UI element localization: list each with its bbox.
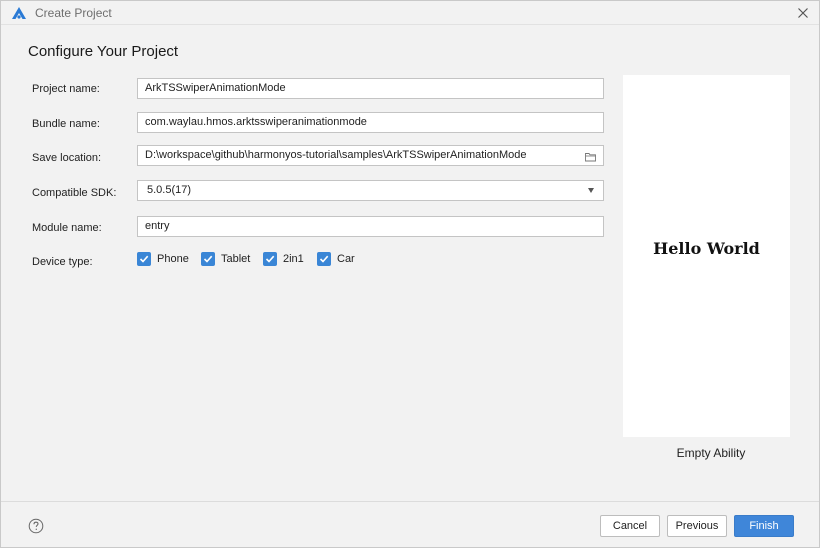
checkbox-checked-icon[interactable] [317,252,331,266]
project-name-label: Project name: [32,83,100,95]
app-logo-icon [11,6,27,20]
bundle-name-value: com.waylau.hmos.arktsswiperanimationmode [145,116,367,128]
compatible-sdk-value: 5.0.5(17) [147,184,192,196]
project-name-value: ArkTSSwiperAnimationMode [145,82,286,94]
module-name-value: entry [145,220,170,232]
bundle-name-input[interactable]: com.waylau.hmos.arktsswiperanimationmode [137,112,604,133]
device-tablet-label: Tablet [221,253,251,265]
previous-button[interactable]: Previous [667,515,727,537]
save-location-label: Save location: [32,152,102,164]
device-car-label: Car [337,253,355,265]
compatible-sdk-select[interactable]: 5.0.5(17) [137,180,604,201]
save-location-value: D:\workspace\github\harmonyos-tutorial\s… [145,149,527,161]
close-icon[interactable] [795,5,811,21]
checkbox-checked-icon[interactable] [137,252,151,266]
template-name: Empty Ability [676,446,746,460]
template-preview: Hello World [623,75,790,437]
chevron-down-icon[interactable] [588,188,594,193]
finish-button[interactable]: Finish [734,515,794,537]
checkbox-checked-icon[interactable] [263,252,277,266]
device-type-label: Device type: [32,256,93,268]
footer-divider [1,501,819,502]
module-name-label: Module name: [32,222,102,234]
module-name-input[interactable]: entry [137,216,604,237]
save-location-input[interactable]: D:\workspace\github\harmonyos-tutorial\s… [137,145,604,166]
checkbox-checked-icon[interactable] [201,252,215,266]
device-phone-label: Phone [157,253,189,265]
create-project-dialog: Create Project Configure Your Project Pr… [0,0,820,548]
compatible-sdk-label: Compatible SDK: [32,187,117,199]
window-title: Create Project [35,6,112,20]
bundle-name-label: Bundle name: [32,118,100,130]
title-bar: Create Project [1,1,819,25]
page-title: Configure Your Project [28,43,179,60]
preview-hello-text: Hello World [653,239,760,258]
folder-icon[interactable] [585,150,596,162]
device-2in1-label: 2in1 [283,253,304,265]
help-icon[interactable] [28,518,44,534]
project-name-input[interactable]: ArkTSSwiperAnimationMode [137,78,604,99]
cancel-button[interactable]: Cancel [600,515,660,537]
